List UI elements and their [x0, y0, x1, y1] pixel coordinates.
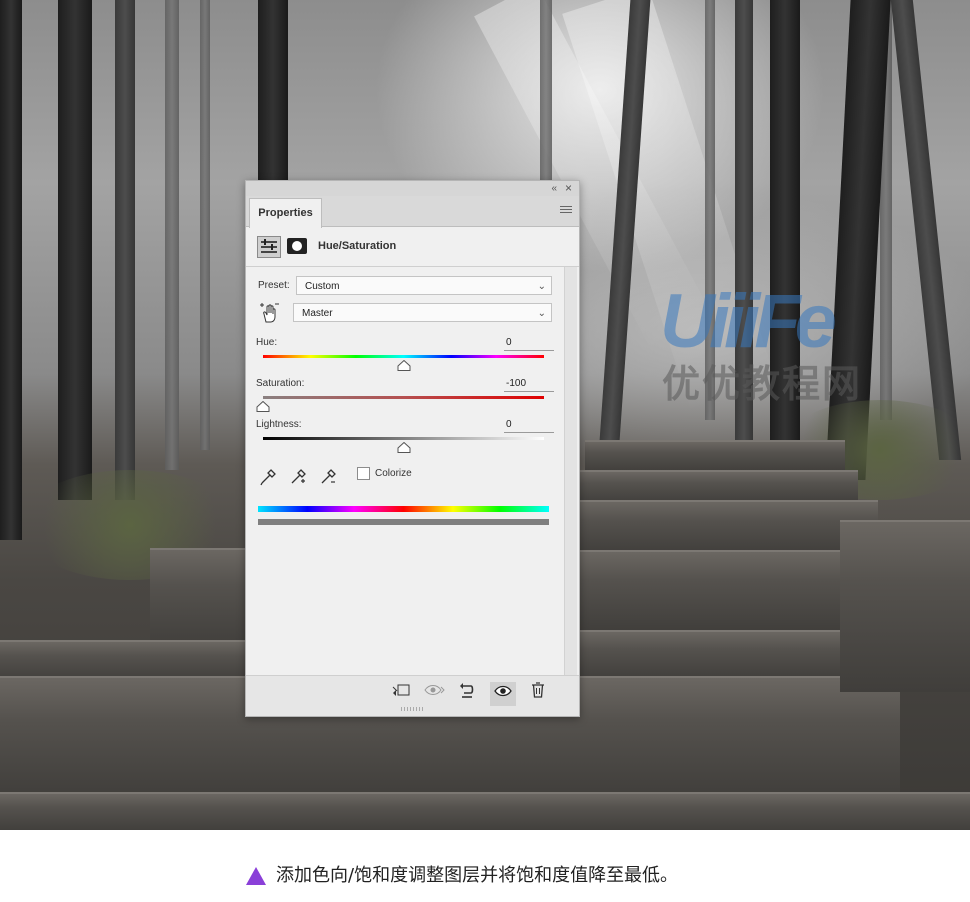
eyedropper-minus-icon[interactable]	[319, 466, 337, 486]
lightness-slider-track[interactable]	[263, 437, 544, 453]
tree-trunk	[258, 0, 288, 190]
watermark-chinese: 优优教程网	[662, 362, 863, 406]
preset-dropdown[interactable]: Custom ⌄	[296, 276, 552, 295]
colorize-label: Colorize	[375, 468, 412, 479]
tab-properties[interactable]: Properties	[249, 198, 322, 228]
channel-dropdown[interactable]: Master ⌄	[293, 303, 552, 322]
stone-wall	[840, 520, 970, 692]
watermark-logo: UiiiFe 优优教程网	[660, 282, 892, 412]
trash-icon[interactable]	[525, 682, 551, 706]
targeted-adjustment-hand-icon[interactable]	[258, 302, 280, 324]
panel-title: Hue/Saturation	[318, 240, 397, 252]
stone-step	[578, 470, 858, 504]
hue-slider-track[interactable]	[263, 355, 544, 371]
view-previous-state-icon[interactable]	[422, 682, 448, 706]
preset-label: Preset:	[258, 280, 290, 291]
double-chevron-left-icon[interactable]: «	[551, 183, 557, 194]
saturation-value-field[interactable]: -100	[504, 377, 554, 392]
hue-label: Hue:	[256, 337, 278, 348]
saturation-slider-track[interactable]	[256, 396, 544, 412]
tree-trunk	[115, 0, 135, 500]
properties-panel: « × Properties Hue/Saturation Preset: Cu…	[245, 180, 580, 717]
stone-step	[578, 500, 878, 554]
eyedropper-icon[interactable]	[259, 466, 277, 486]
panel-titlebar[interactable]: « ×	[246, 181, 579, 196]
hamburger-menu-icon[interactable]	[560, 206, 572, 215]
channel-value: Master	[302, 308, 333, 319]
watermark-latin: UiiiFe	[660, 279, 837, 364]
lightness-label: Lightness:	[256, 419, 302, 430]
saturation-label: Saturation:	[256, 378, 305, 389]
layer-mask-icon[interactable]	[287, 238, 307, 254]
tree-trunk	[58, 0, 92, 500]
visibility-eye-icon[interactable]	[490, 682, 516, 706]
stone-step	[0, 792, 970, 830]
panel-tabbar: Properties	[246, 196, 579, 228]
tree-trunk	[0, 0, 22, 540]
scrollbar[interactable]	[564, 267, 577, 675]
reset-icon[interactable]	[454, 682, 480, 706]
close-icon[interactable]: ×	[565, 182, 572, 194]
adjustment-header: Hue/Saturation	[246, 227, 579, 267]
resize-grip[interactable]	[401, 707, 423, 711]
chevron-down-icon: ⌄	[537, 308, 546, 319]
colorize-checkbox[interactable]	[357, 467, 370, 480]
chevron-down-icon: ⌄	[537, 281, 546, 292]
clip-to-layer-icon[interactable]	[388, 682, 414, 706]
stone-step	[585, 440, 845, 472]
tree-trunk	[890, 0, 962, 460]
caption-text: 添加色向/饱和度调整图层并将饱和度值降至最低。	[276, 865, 679, 886]
eyedropper-plus-icon[interactable]	[289, 466, 307, 486]
triangle-bullet-icon	[246, 867, 266, 885]
panel-footer	[246, 675, 579, 716]
hue-value-field[interactable]: 0	[504, 336, 554, 351]
hue-saturation-layer-icon[interactable]	[257, 236, 281, 258]
tree-trunk	[200, 0, 210, 450]
input-color-spectrum	[258, 506, 549, 512]
preset-value: Custom	[305, 281, 340, 292]
output-color-spectrum	[258, 519, 549, 525]
stone-step	[150, 548, 245, 650]
tree-trunk	[165, 0, 179, 470]
lightness-value-field[interactable]: 0	[504, 418, 554, 433]
